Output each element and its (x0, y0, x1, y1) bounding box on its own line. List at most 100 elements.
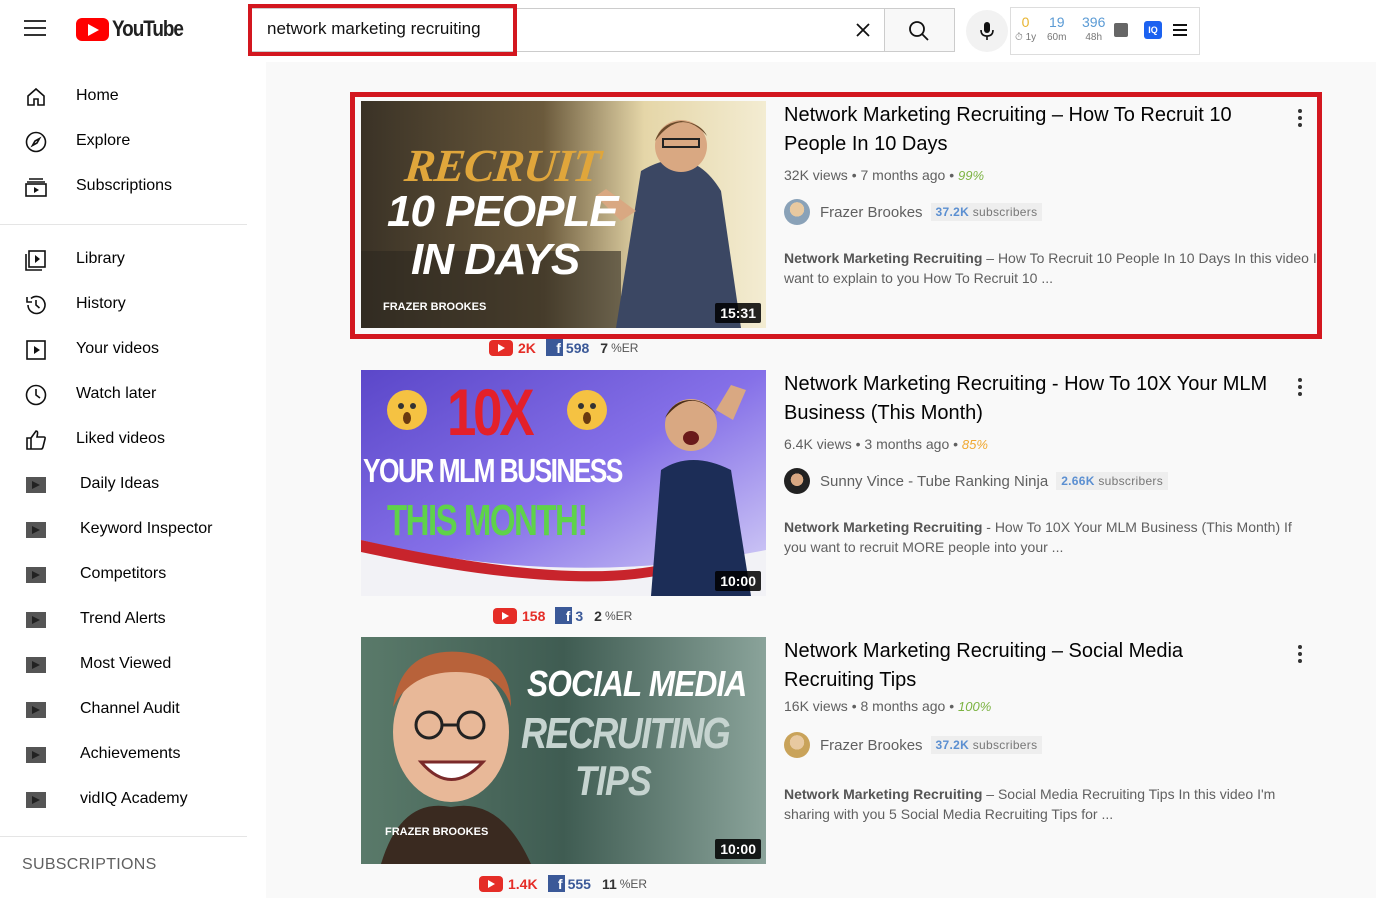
sidebar-item-channel-audit[interactable]: Channel Audit (0, 687, 247, 732)
search-button[interactable] (885, 8, 955, 52)
sidebar-item-label: Subscriptions (76, 177, 173, 194)
sidebar-item-label: Achievements (80, 745, 181, 762)
sidebar-item-label: Keyword Inspector (80, 520, 213, 537)
sidebar-item-competitors[interactable]: Competitors (0, 552, 247, 597)
vidiq-play-icon (26, 477, 46, 493)
channel-name[interactable]: Sunny Vince - Tube Ranking Ninja (820, 473, 1048, 490)
sidebar-item-subscriptions[interactable]: Subscriptions (0, 164, 247, 209)
stat-value: 396 (1082, 14, 1106, 30)
engagement-rate: 7 (600, 339, 609, 356)
subscriber-count: 37.2K (935, 738, 970, 752)
sidebar-item-explore[interactable]: Explore (0, 119, 247, 164)
video-description: Network Marketing Recruiting – Social Me… (784, 784, 1317, 824)
vidiq-play-icon (26, 522, 46, 538)
search-icon (909, 21, 929, 41)
sidebar-item-most-viewed[interactable]: Most Viewed (0, 642, 247, 687)
sidebar-item-achievements[interactable]: Achievements (0, 732, 247, 777)
stat-label: 60m (1047, 32, 1067, 43)
sidebar-item-label: Channel Audit (80, 700, 180, 717)
vidiq-toolbar[interactable]: 0 ⏱ 1y 19 60m 396 48h IQ (1010, 7, 1200, 55)
sidebar-item-label: Your videos (76, 340, 160, 357)
engagement-label: %ER (619, 876, 648, 891)
engagement-label: %ER (604, 608, 633, 623)
sidebar-item-liked-videos[interactable]: Liked videos (0, 417, 247, 462)
sidebar-item-your-videos[interactable]: Your videos (0, 327, 247, 372)
sidebar-item-trend-alerts[interactable]: Trend Alerts (0, 597, 247, 642)
sidebar-item-label: Most Viewed (80, 655, 172, 672)
stat-value: 19 (1048, 14, 1065, 30)
youtube-stat: 2K (518, 339, 536, 356)
subscriptions-section-title: SUBSCRIPTIONS (22, 856, 157, 873)
description-keyword: Network Marketing Recruiting (784, 786, 983, 802)
youtube-icon (479, 875, 503, 892)
thumb-brand: FRAZER BROOKES (385, 826, 489, 838)
sidebar-item-library[interactable]: Library (0, 237, 247, 282)
sidebar-item-label: Watch later (76, 385, 157, 402)
thumb-line: YOUR MLM BUSINESS (363, 452, 623, 489)
video-meta: 6.4K views • 3 months ago • 85% (784, 436, 988, 452)
sidebar-item-keyword-inspector[interactable]: Keyword Inspector (0, 507, 247, 552)
sidebar-item-label: Liked videos (76, 430, 165, 447)
video-title[interactable]: Network Marketing Recruiting – Social Me… (784, 637, 1274, 695)
sidebar-item-vidiq-academy[interactable]: vidIQ Academy (0, 777, 247, 822)
channel-row[interactable]: Sunny Vince - Tube Ranking Ninja 2.66K s… (784, 466, 1169, 496)
vidiq-icon[interactable]: IQ (1144, 21, 1162, 39)
facebook-icon: f (547, 875, 565, 892)
sidebar-item-label: Trend Alerts (80, 610, 166, 627)
description-keyword: Network Marketing Recruiting (784, 519, 983, 535)
video-thumbnail[interactable]: 10X YOUR MLM BUSINESS THIS MONTH! 10:00 (361, 370, 766, 596)
vidiq-menu-icon[interactable] (1173, 24, 1187, 36)
channel-avatar[interactable] (784, 468, 810, 494)
more-options-icon[interactable] (1298, 645, 1302, 666)
youtube-play-icon (76, 17, 109, 41)
view-count: 16K views (784, 698, 848, 714)
more-options-icon[interactable] (1298, 378, 1302, 399)
clear-search-icon[interactable] (852, 19, 874, 41)
engagement-label: %ER (611, 340, 639, 355)
video-result[interactable]: 10X YOUR MLM BUSINESS THIS MONTH! 10:00 … (361, 370, 1321, 624)
facebook-stat: 598 (565, 339, 590, 356)
facebook-stat: 3 (575, 607, 584, 624)
highlight-box (350, 92, 1322, 339)
video-meta: 16K views • 8 months ago • 100% (784, 698, 992, 714)
vidiq-video-stats: 158 f 3 2 %ER (493, 607, 632, 624)
sidebar-item-history[interactable]: History (0, 282, 247, 327)
youtube-stat: 1.4K (508, 875, 538, 892)
vidiq-stat: 19 60m (1047, 14, 1066, 43)
bar-chart-icon[interactable] (1114, 23, 1128, 37)
sidebar-item-label: Explore (76, 132, 131, 149)
channel-row[interactable]: Frazer Brookes 37.2K subscribers (784, 730, 1043, 760)
vidiq-score: 85% (961, 437, 988, 452)
channel-avatar[interactable] (784, 732, 810, 758)
stat-label: 48h (1085, 32, 1103, 43)
sidebar-item-daily-ideas[interactable]: Daily Ideas (0, 462, 247, 507)
channel-name[interactable]: Frazer Brookes (820, 737, 923, 754)
sidebar-item-home[interactable]: Home (0, 74, 247, 119)
video-description: Network Marketing Recruiting - How To 10… (784, 517, 1317, 557)
facebook-icon: f (545, 339, 563, 356)
vidiq-play-icon (26, 702, 46, 718)
youtube-logo[interactable]: YouTube (76, 16, 194, 42)
youtube-stat: 158 (522, 607, 546, 624)
subscriber-label: subscribers (972, 738, 1038, 752)
vidiq-play-icon (26, 747, 46, 763)
vidiq-play-icon (26, 792, 46, 808)
logo-text: YouTube (112, 16, 184, 41)
vidiq-play-icon (26, 612, 46, 628)
thumb-line: THIS MONTH! (387, 496, 588, 545)
sidebar-item-label: Library (76, 250, 125, 267)
hamburger-menu-icon[interactable] (24, 20, 46, 38)
upload-age: 8 months ago (860, 698, 946, 714)
stat-label: ⏱ 1y (1015, 32, 1037, 43)
sidebar-item-watch-later[interactable]: Watch later (0, 372, 247, 417)
history-icon (26, 295, 46, 315)
voice-search-button[interactable] (966, 10, 1008, 52)
video-title[interactable]: Network Marketing Recruiting - How To 10… (784, 370, 1274, 428)
thumb-line: SOCIAL MEDIA (527, 663, 747, 704)
facebook-icon: f (555, 607, 573, 624)
engagement-rate: 2 (594, 607, 602, 624)
library-icon (25, 250, 46, 271)
youtube-icon (489, 339, 513, 356)
video-result[interactable]: SOCIAL MEDIA RECRUITING TIPS FRAZER BROO… (361, 637, 1321, 892)
video-thumbnail[interactable]: SOCIAL MEDIA RECRUITING TIPS FRAZER BROO… (361, 637, 766, 864)
